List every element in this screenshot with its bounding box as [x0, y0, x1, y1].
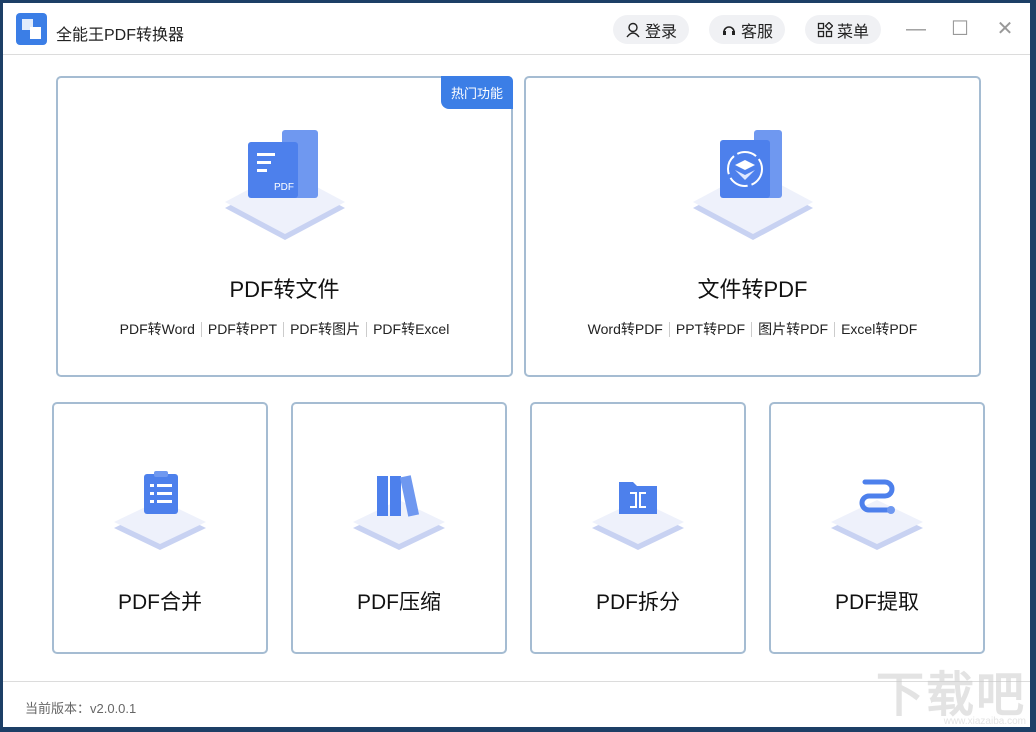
- login-label: 登录: [645, 18, 677, 42]
- app-logo-icon: [16, 13, 47, 45]
- card-title: 文件转PDF: [526, 272, 979, 304]
- app-title: 全能王PDF转换器: [56, 21, 184, 45]
- maximize-button[interactable]: ☐: [948, 17, 972, 41]
- pdf-to-image-link[interactable]: PDF转图片: [283, 322, 366, 337]
- watermark: 下载吧www.xiazaiba.com: [876, 655, 1026, 725]
- pdf-to-excel-link[interactable]: PDF转Excel: [366, 322, 455, 337]
- sub-links: Word转PDF PPT转PDF 图片转PDF Excel转PDF: [526, 322, 979, 337]
- version-text: 当前版本：v2.0.0.1: [25, 698, 136, 717]
- login-button[interactable]: 登录: [613, 15, 689, 44]
- pdf-extract-card[interactable]: PDF提取: [769, 402, 985, 654]
- excel-to-pdf-link[interactable]: Excel转PDF: [834, 322, 923, 337]
- menu-button[interactable]: 菜单: [805, 15, 881, 44]
- convert-layers-icon: [688, 126, 818, 246]
- pdf-to-file-card[interactable]: 热门功能 PDF PDF转文件 PDF转Word PDF转PPT PDF转图片 …: [56, 76, 513, 377]
- pdf-to-word-link[interactable]: PDF转Word: [114, 322, 201, 337]
- card-title: PDF提取: [771, 586, 983, 616]
- close-button[interactable]: ✕: [993, 17, 1017, 41]
- pdf-split-card[interactable]: PDF拆分: [530, 402, 746, 654]
- title-bar: 全能王PDF转换器 登录 客服 菜单 — ☐ ✕: [3, 3, 1030, 55]
- sub-links: PDF转Word PDF转PPT PDF转图片 PDF转Excel: [58, 322, 511, 337]
- service-label: 客服: [741, 18, 773, 42]
- card-title: PDF拆分: [532, 586, 744, 616]
- file-to-pdf-card[interactable]: 文件转PDF Word转PDF PPT转PDF 图片转PDF Excel转PDF: [524, 76, 981, 377]
- ppt-to-pdf-link[interactable]: PPT转PDF: [669, 322, 751, 337]
- card-title: PDF转文件: [58, 272, 511, 304]
- binders-icon: [349, 466, 449, 556]
- pdf-merge-card[interactable]: PDF合并: [52, 402, 268, 654]
- word-to-pdf-link[interactable]: Word转PDF: [582, 322, 669, 337]
- pdf-to-ppt-link[interactable]: PDF转PPT: [201, 322, 283, 337]
- hot-feature-badge: 热门功能: [441, 76, 513, 109]
- menu-label: 菜单: [837, 18, 869, 42]
- app-window: 全能王PDF转换器 登录 客服 菜单 — ☐ ✕ 热门功能 PDF PDF转文件…: [3, 3, 1030, 727]
- extract-path-icon: [827, 466, 927, 556]
- customer-service-button[interactable]: 客服: [709, 15, 785, 44]
- card-title: PDF压缩: [293, 586, 505, 616]
- pdf-compress-card[interactable]: PDF压缩: [291, 402, 507, 654]
- headset-icon: [721, 22, 737, 38]
- apps-grid-icon: [817, 22, 833, 38]
- split-folder-icon: [588, 466, 688, 556]
- svg-text:PDF: PDF: [274, 182, 294, 193]
- clipboard-checklist-icon: [110, 466, 210, 556]
- pdf-document-icon: PDF: [220, 126, 350, 246]
- card-title: PDF合并: [54, 586, 266, 616]
- minimize-button[interactable]: —: [904, 17, 928, 41]
- user-icon: [625, 22, 641, 38]
- image-to-pdf-link[interactable]: 图片转PDF: [751, 322, 834, 337]
